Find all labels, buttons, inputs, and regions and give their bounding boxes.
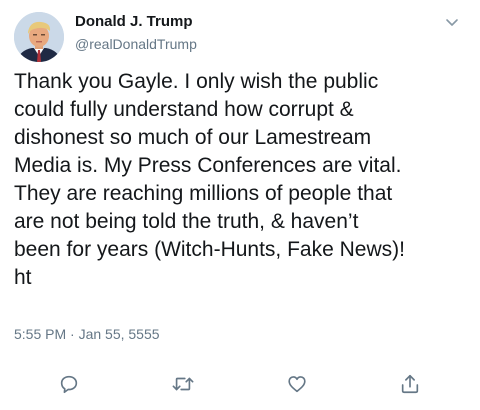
- tweet-line: dishonest so much of our Lamestream: [14, 126, 372, 149]
- share-icon[interactable]: [398, 372, 422, 396]
- tweet-timestamp[interactable]: 5:55 PM · Jan 55, 5555: [14, 326, 160, 342]
- user-handle[interactable]: @realDonaldTrump: [75, 36, 197, 52]
- reply-icon[interactable]: [57, 372, 81, 396]
- retweet-icon[interactable]: [171, 372, 195, 396]
- tweet-line: ht: [14, 266, 32, 289]
- avatar[interactable]: [14, 12, 64, 62]
- tweet-line: Thank you Gayle. I only wish the public: [14, 70, 379, 93]
- tweet-line: Media is. My Press Conferences are vital…: [14, 154, 402, 177]
- tweet-line: They are reaching millions of people tha…: [14, 182, 393, 205]
- tweet-line: are not being told the truth, & haven’t: [14, 210, 359, 233]
- avatar-image: [14, 12, 64, 62]
- tweet-line: been for years (Witch-Hunts, Fake News)!: [14, 238, 405, 261]
- chevron-down-icon[interactable]: [444, 14, 460, 30]
- tweet-card: Donald J. Trump @realDonaldTrump Thank y…: [0, 0, 480, 410]
- tweet-text: Thank you Gayle. I only wish the public …: [14, 68, 474, 292]
- tweet-line: could fully understand how corrupt &: [14, 98, 354, 121]
- heart-icon[interactable]: [285, 372, 309, 396]
- display-name[interactable]: Donald J. Trump: [75, 13, 193, 30]
